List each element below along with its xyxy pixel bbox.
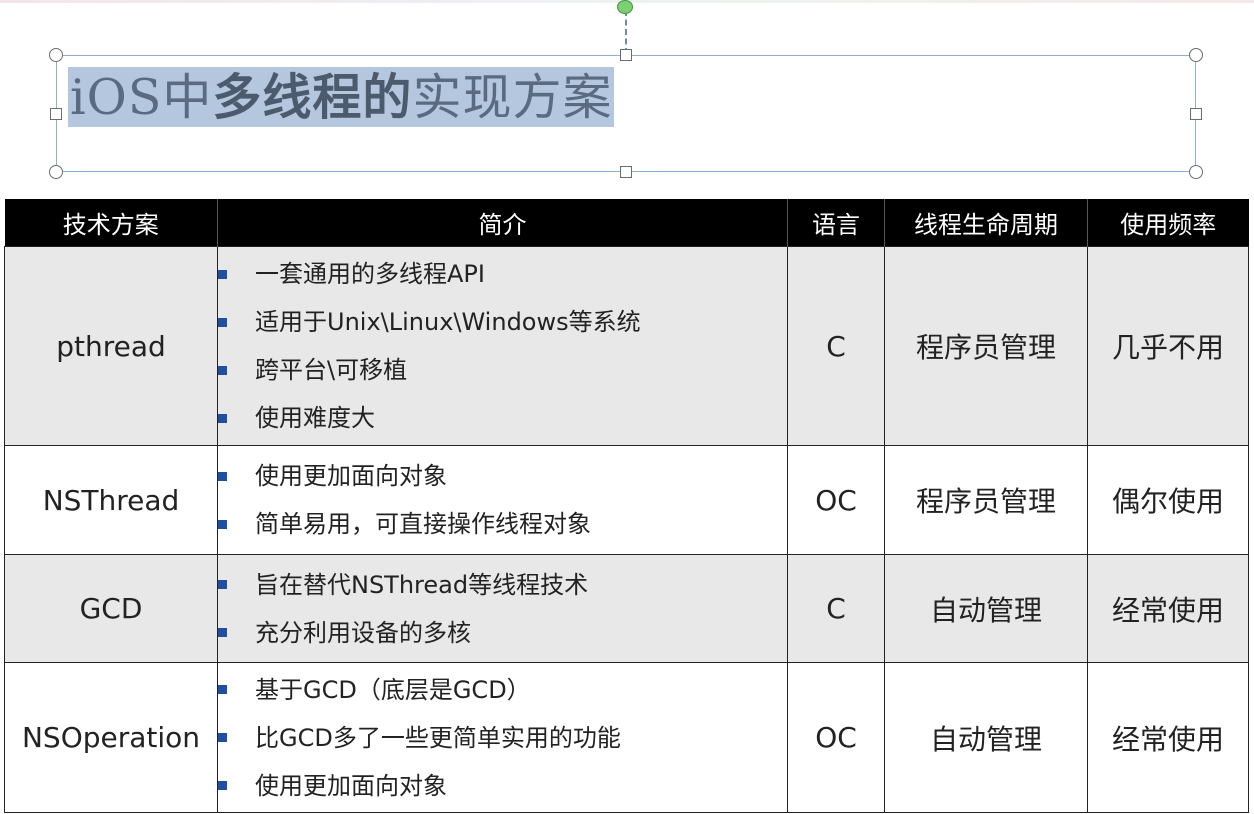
tech-name: pthread [4,246,218,446]
square-bullet-icon [218,269,227,279]
frequency-cell: 经常使用 [1087,662,1249,813]
table-header-row: 技术方案 简介 语言 线程生命周期 使用频率 [4,199,1249,247]
lifecycle-cell: 程序员管理 [884,246,1088,446]
intro-item: 使用更加面向对象 [218,762,787,810]
language-cell: OC [787,445,885,555]
intro-text: 使用更加面向对象 [255,771,447,800]
square-bullet-icon [218,580,227,589]
intro-text: 使用更加面向对象 [255,462,447,490]
square-bullet-icon [218,733,227,742]
intro-list: 旨在替代NSThread等线程技术 充分利用设备的多核 [218,561,787,657]
intro-item: 使用难度大 [218,394,787,442]
language-cell: C [787,554,885,663]
square-bullet-icon [218,519,227,529]
lifecycle-cell: 自动管理 [884,554,1088,663]
square-bullet-icon [218,317,227,327]
lifecycle-cell: 程序员管理 [884,445,1088,555]
language-cell: C [787,246,885,446]
intro-cell: 基于GCD（底层是GCD） 比GCD多了一些更简单实用的功能 使用更加面向对象 [217,662,788,813]
frequency-cell: 几乎不用 [1087,246,1249,446]
intro-text: 使用难度大 [255,404,375,432]
resize-handle-top-left[interactable] [49,48,63,62]
table-row: pthread 一套通用的多线程API 适用于Unix\Linux\Window… [4,246,1249,446]
tech-name: GCD [4,554,218,663]
rotation-guide-line [625,10,627,54]
intro-item: 比GCD多了一些更简单实用的功能 [218,714,787,762]
square-bullet-icon [218,413,227,423]
intro-list: 使用更加面向对象 简单易用，可直接操作线程对象 [218,452,787,548]
square-bullet-icon [218,471,227,481]
header-frequency: 使用频率 [1087,199,1249,247]
intro-text: 充分利用设备的多核 [255,618,471,647]
resize-handle-top-center[interactable] [620,49,632,61]
intro-list: 一套通用的多线程API 适用于Unix\Linux\Windows等系统 跨平台… [218,250,787,442]
intro-item: 适用于Unix\Linux\Windows等系统 [218,298,787,346]
resize-handle-middle-right[interactable] [1190,108,1202,120]
intro-item: 一套通用的多线程API [218,250,787,298]
intro-text: 比GCD多了一些更简单实用的功能 [255,723,621,752]
header-tech: 技术方案 [4,199,218,247]
intro-cell: 使用更加面向对象 简单易用，可直接操作线程对象 [217,445,788,555]
slide-title[interactable]: iOS中多线程的实现方案 [68,67,615,127]
square-bullet-icon [218,685,227,694]
intro-item: 跨平台\可移植 [218,346,787,394]
intro-cell: 旨在替代NSThread等线程技术 充分利用设备的多核 [217,554,788,663]
tech-name: NSThread [4,445,218,555]
tech-name: NSOperation [4,662,218,813]
resize-handle-bottom-center[interactable] [620,166,632,178]
intro-list: 基于GCD（底层是GCD） 比GCD多了一些更简单实用的功能 使用更加面向对象 [218,666,787,810]
frequency-cell: 偶尔使用 [1087,445,1249,555]
header-lifecycle: 线程生命周期 [884,199,1088,247]
intro-text: 简单易用，可直接操作线程对象 [255,510,591,538]
table-row: GCD 旨在替代NSThread等线程技术 充分利用设备的多核 C 自动管理 经… [4,554,1249,663]
lifecycle-cell: 自动管理 [884,662,1088,813]
header-intro: 简介 [217,199,788,247]
intro-item: 旨在替代NSThread等线程技术 [218,561,787,609]
intro-text: 基于GCD（底层是GCD） [255,675,531,704]
title-suffix: 实现方案 [412,69,613,126]
frequency-cell: 经常使用 [1087,554,1249,663]
intro-item: 使用更加面向对象 [218,452,787,500]
square-bullet-icon [218,781,227,790]
resize-handle-top-right[interactable] [1189,48,1203,62]
title-bold: 多线程的 [212,68,413,126]
table-row: NSThread 使用更加面向对象 简单易用，可直接操作线程对象 OC 程序员管… [4,445,1249,555]
header-language: 语言 [787,199,885,247]
intro-item: 简单易用，可直接操作线程对象 [218,500,787,548]
language-cell: OC [787,662,885,813]
rotation-handle[interactable] [617,0,633,14]
resize-handle-bottom-right[interactable] [1189,165,1203,179]
intro-item: 充分利用设备的多核 [218,609,787,657]
multithreading-table: 技术方案 简介 语言 线程生命周期 使用频率 pthread 一套通用的多线程A… [4,199,1249,813]
intro-text: 一套通用的多线程API [255,260,485,288]
square-bullet-icon [218,365,227,375]
intro-cell: 一套通用的多线程API 适用于Unix\Linux\Windows等系统 跨平台… [217,246,788,446]
title-prefix: iOS中 [70,69,213,126]
intro-item: 基于GCD（底层是GCD） [218,666,787,714]
square-bullet-icon [218,628,227,637]
intro-text: 旨在替代NSThread等线程技术 [255,570,589,599]
resize-handle-middle-left[interactable] [50,108,62,120]
intro-text: 适用于Unix\Linux\Windows等系统 [255,308,641,336]
resize-handle-bottom-left[interactable] [49,165,63,179]
table-row: NSOperation 基于GCD（底层是GCD） 比GCD多了一些更简单实用的… [4,662,1249,813]
intro-text: 跨平台\可移植 [255,356,408,384]
